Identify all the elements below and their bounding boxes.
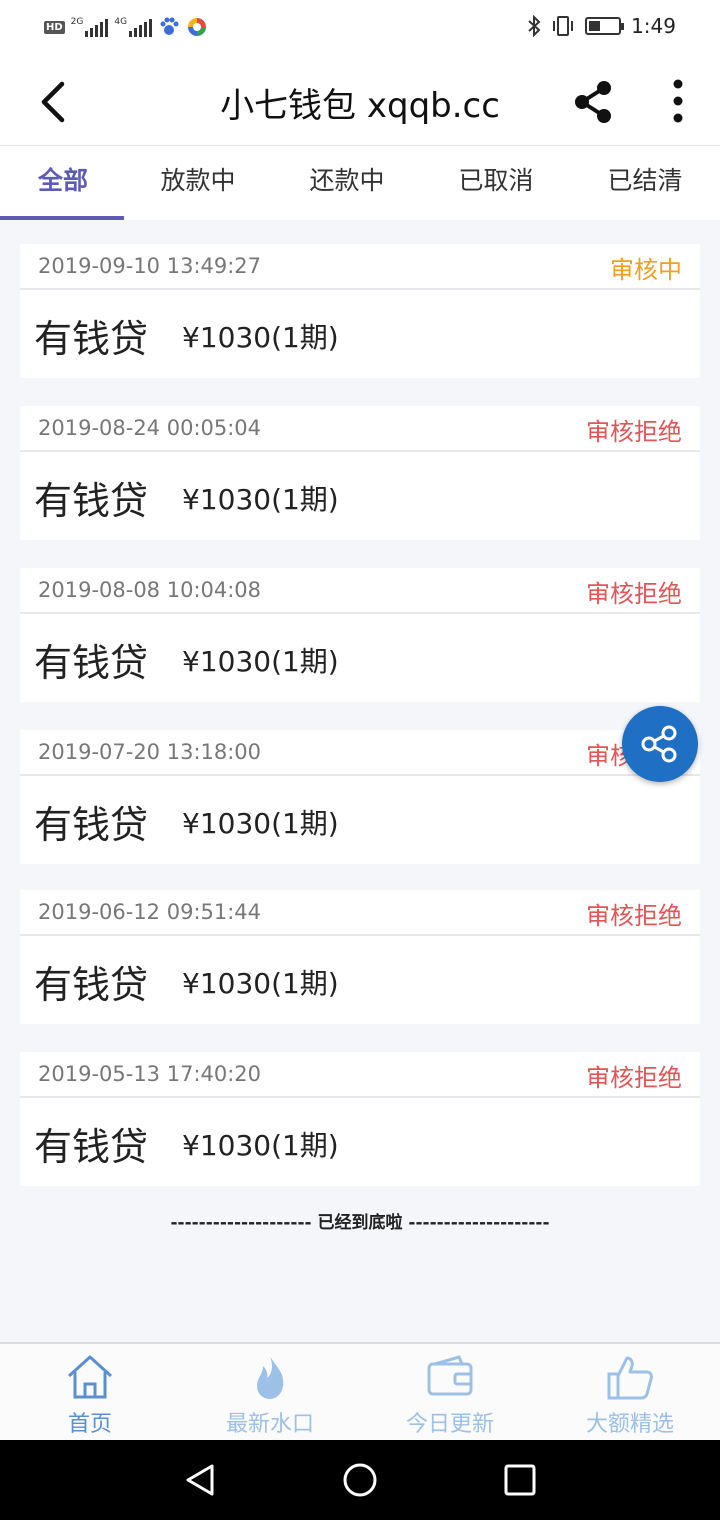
order-card[interactable]: 2019-07-20 13:18:00 审核拒绝 有钱贷 ¥1030(1期) xyxy=(20,730,700,864)
nav-latest[interactable]: 最新水口 xyxy=(180,1344,360,1442)
tab-settled[interactable]: 已结清 xyxy=(570,146,720,220)
nav-home[interactable]: 首页 xyxy=(0,1344,180,1442)
order-card-body: 有钱贷 ¥1030(1期) xyxy=(20,290,700,376)
order-status: 审核拒绝 xyxy=(586,418,682,446)
status-right: 1:49 xyxy=(527,14,676,38)
order-date: 2019-06-12 09:51:44 xyxy=(38,900,262,924)
status-left: HD 2G 4G xyxy=(44,16,208,38)
system-nav-bar xyxy=(0,1440,720,1520)
more-button[interactable] xyxy=(660,78,696,124)
order-card[interactable]: 2019-06-12 09:51:44 审核拒绝 有钱贷 ¥1030(1期) xyxy=(20,890,700,1024)
nav-label: 今日更新 xyxy=(405,1412,494,1437)
order-card-header: 2019-05-13 17:40:20 审核拒绝 xyxy=(20,1052,700,1098)
order-card-header: 2019-07-20 13:18:00 审核拒绝 xyxy=(20,730,700,776)
tab-disbursing[interactable]: 放款中 xyxy=(123,146,273,220)
order-amount: ¥1030(1期) xyxy=(182,321,339,354)
order-card-header: 2019-06-12 09:51:44 审核拒绝 xyxy=(20,890,700,936)
home-icon xyxy=(67,1355,113,1399)
back-triangle-icon[interactable] xyxy=(180,1460,220,1500)
product-name: 有钱贷 xyxy=(34,317,149,361)
order-card-body: 有钱贷 ¥1030(1期) xyxy=(20,614,700,700)
order-amount: ¥1030(1期) xyxy=(182,645,339,678)
order-date: 2019-05-13 17:40:20 xyxy=(38,1062,262,1086)
order-card-header: 2019-09-10 13:49:27 审核中 xyxy=(20,244,700,290)
order-status: 审核拒绝 xyxy=(586,1064,682,1092)
order-card-body: 有钱贷 ¥1030(1期) xyxy=(20,776,700,862)
order-status: 审核中 xyxy=(610,256,682,284)
vibrate-icon xyxy=(553,16,574,36)
battery-icon xyxy=(585,17,625,35)
nav-label: 大额精选 xyxy=(585,1412,674,1437)
filter-tabs: 全部 放款中 还款中 已取消 已结清 xyxy=(0,146,720,220)
tab-repaying[interactable]: 还款中 xyxy=(272,146,422,220)
order-card[interactable]: 2019-09-10 13:49:27 审核中 有钱贷 ¥1030(1期) xyxy=(20,244,700,378)
share-button[interactable] xyxy=(570,80,618,124)
order-amount: ¥1030(1期) xyxy=(182,967,339,1000)
signal-icon: 2G xyxy=(71,17,109,37)
product-name: 有钱贷 xyxy=(34,641,149,685)
nav-premium[interactable]: 大额精选 xyxy=(540,1344,720,1442)
hd-badge: HD xyxy=(44,20,65,34)
order-card-header: 2019-08-24 00:05:04 审核拒绝 xyxy=(20,406,700,452)
end-of-list-text: -------------------- 已经到底啦 -------------… xyxy=(170,1213,550,1233)
order-card-body: 有钱贷 ¥1030(1期) xyxy=(20,1098,700,1184)
product-name: 有钱贷 xyxy=(34,963,149,1007)
order-date: 2019-09-10 13:49:27 xyxy=(38,254,262,278)
product-name: 有钱贷 xyxy=(34,1125,149,1169)
app-circle-icon xyxy=(188,18,207,36)
order-card-header: 2019-08-08 10:04:08 审核拒绝 xyxy=(20,568,700,614)
clock: 1:49 xyxy=(631,14,676,38)
share-icon xyxy=(641,725,677,763)
nav-today[interactable]: 今日更新 xyxy=(360,1344,540,1442)
tab-cancelled[interactable]: 已取消 xyxy=(421,146,571,220)
home-circle-icon[interactable] xyxy=(340,1460,380,1500)
thumbs-up-icon xyxy=(607,1356,653,1400)
order-amount: ¥1030(1期) xyxy=(182,1129,339,1162)
share-icon xyxy=(575,81,611,123)
order-amount: ¥1030(1期) xyxy=(182,483,339,516)
product-name: 有钱贷 xyxy=(34,479,149,523)
order-status: 审核拒绝 xyxy=(586,580,682,608)
app-bar: 小七钱包 xqqb.cc xyxy=(0,56,720,146)
order-date: 2019-08-08 10:04:08 xyxy=(38,578,262,602)
paw-app-icon xyxy=(160,17,179,35)
order-card[interactable]: 2019-08-08 10:04:08 审核拒绝 有钱贷 ¥1030(1期) xyxy=(20,568,700,702)
nav-label: 首页 xyxy=(67,1412,112,1437)
tab-indicator xyxy=(0,216,124,220)
product-name: 有钱贷 xyxy=(34,803,149,847)
more-vertical-icon xyxy=(673,79,683,123)
order-card[interactable]: 2019-05-13 17:40:20 审核拒绝 有钱贷 ¥1030(1期) xyxy=(20,1052,700,1186)
order-card[interactable]: 2019-08-24 00:05:04 审核拒绝 有钱贷 ¥1030(1期) xyxy=(20,406,700,540)
recents-square-icon[interactable] xyxy=(500,1460,540,1500)
order-status: 审核拒绝 xyxy=(586,902,682,930)
signal-icon: 4G xyxy=(114,17,153,37)
wallet-icon xyxy=(427,1355,473,1396)
bottom-nav: 首页 最新水口 今日更新 大额精选 xyxy=(0,1342,720,1440)
order-card-body: 有钱贷 ¥1030(1期) xyxy=(20,452,700,538)
order-card-body: 有钱贷 ¥1030(1期) xyxy=(20,936,700,1022)
flame-icon xyxy=(257,1356,284,1399)
nav-label: 最新水口 xyxy=(225,1412,314,1437)
tab-all[interactable]: 全部 xyxy=(0,146,138,220)
status-bar: HD 2G 4G 1:49 xyxy=(0,0,720,56)
order-date: 2019-08-24 00:05:04 xyxy=(38,416,262,440)
bluetooth-icon xyxy=(528,15,541,37)
floating-share-button[interactable] xyxy=(622,706,698,782)
order-amount: ¥1030(1期) xyxy=(182,807,339,840)
order-date: 2019-07-20 13:18:00 xyxy=(38,740,262,764)
